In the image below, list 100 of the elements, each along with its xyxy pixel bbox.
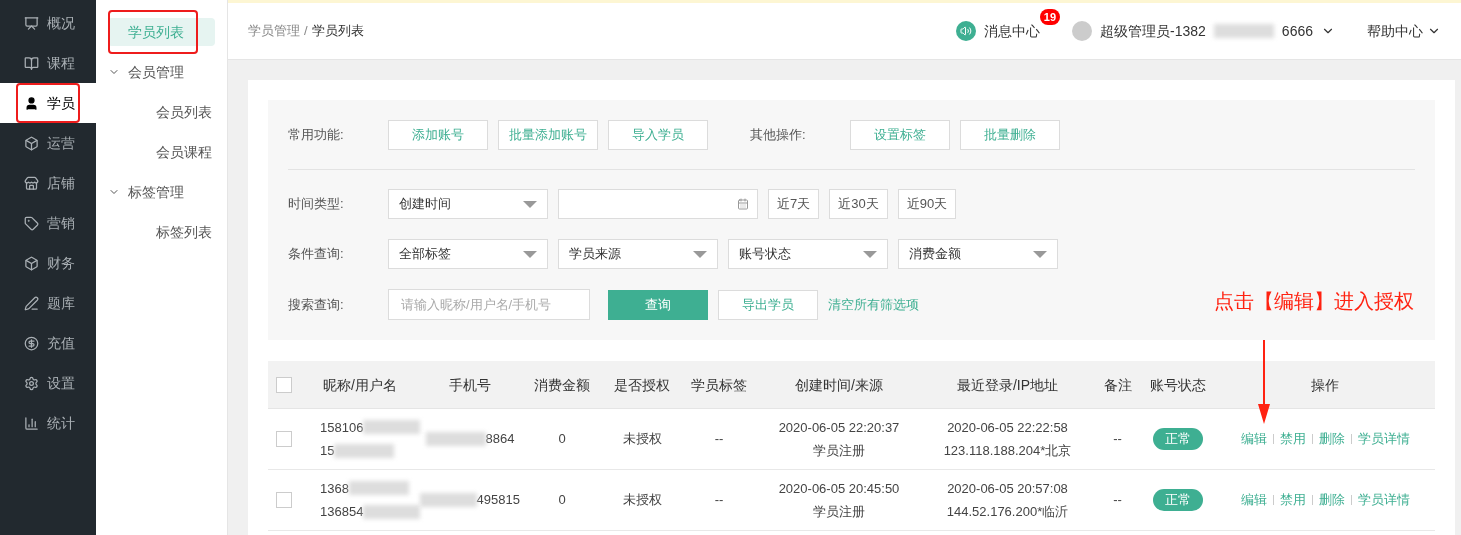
column-header: 消费金额 [533,375,591,395]
table-cell-text: 8864 [485,430,515,449]
nav-item[interactable]: 店铺 [0,163,96,203]
nav-item[interactable]: 题库 [0,283,96,323]
checkbox[interactable] [276,492,292,508]
help-link[interactable]: 帮助中心 [1367,21,1423,41]
checkbox[interactable] [276,431,292,447]
cube-icon [24,255,39,271]
submenu-group[interactable]: 会员管理 [108,58,215,86]
table-cell-text: 0 [557,430,567,449]
dropdown[interactable]: 全部标签 [388,239,548,269]
caret-icon [523,200,537,208]
table-cell-text: 144.52.176.200*临沂 [946,503,1069,521]
user-name[interactable]: 6666 [1281,21,1313,41]
redaction-blur [334,443,395,458]
range-button[interactable]: 近30天 [829,189,888,219]
avatar-icon [1072,21,1093,41]
nav-item[interactable]: 课程 [0,43,96,83]
submenu-group[interactable]: 标签管理 [108,178,215,206]
nav-item[interactable]: 概况 [0,3,96,43]
table-cell-text: 2020-06-05 20:57:08 [947,479,1068,498]
submenu-item[interactable]: 会员列表 [108,98,215,126]
nav-item[interactable]: 设置 [0,363,96,403]
messages-link[interactable]: 消息中心 [984,21,1041,41]
filter-label: 时间类型: [288,195,345,214]
nav-item[interactable]: 财务 [0,243,96,283]
caret-icon [693,250,707,258]
nav-item[interactable]: 学员 [0,83,96,123]
column-header: 操作 [1310,375,1340,395]
filter-label: 条件查询: [288,245,345,264]
table-cell-text: 158106 [320,418,364,437]
table-cell-text: 2020-06-05 20:45:50 [778,479,900,498]
column-header: 创建时间/来源 [794,375,884,395]
redaction-blur [425,432,486,446]
redaction-blur [348,481,409,496]
column-header: 账号状态 [1148,375,1207,395]
cube-icon [24,135,39,151]
submenu-item[interactable]: 会员课程 [108,138,215,166]
nav-item[interactable]: 运营 [0,123,96,163]
notification-badge: 19 [1039,9,1061,25]
table-cell-text: -- [1112,491,1123,510]
column-header: 是否授权 [613,375,671,395]
nav-item[interactable]: 充值 [0,323,96,363]
table-cell-text: 495815 [476,491,520,510]
column-header: 学员标签 [690,375,748,395]
annotation-text: 点击【编辑】进入授权 [1214,288,1414,314]
redaction-blur [420,493,477,507]
caret-icon [1033,250,1047,258]
redaction-blur [1213,24,1274,38]
caret-icon [863,250,877,258]
dropdown[interactable]: 创建时间 [388,189,548,219]
user-name[interactable]: 超级管理员-1382 [1100,21,1206,41]
pen-icon [24,295,39,311]
range-button[interactable]: 近7天 [768,189,820,219]
store-icon [24,175,39,191]
filter-label: 其他操作: [750,126,807,145]
table-cell-text: -- [713,430,725,449]
nav-item[interactable]: 统计 [0,403,96,443]
dropdown[interactable]: 账号状态 [728,239,888,269]
table-cell-text: 15 [320,442,335,460]
redaction-blur [363,504,420,519]
submenu-item[interactable]: 标签列表 [108,218,215,246]
status-badge: 正常 [1152,489,1203,511]
table-cell-text: 2020-06-05 22:22:58 [947,418,1068,437]
user-icon [24,95,39,111]
nav-item[interactable]: 营销 [0,203,96,243]
date-range-field[interactable] [558,189,758,219]
presentation-icon [24,15,39,31]
table-cell-text: 1368 [320,479,349,498]
table-cell-text: 123.118.188.204*北京 [943,442,1072,460]
status-badge: 正常 [1152,428,1203,450]
dropdown[interactable]: 学员来源 [558,239,718,269]
table-cell-text: 136854 [320,503,364,521]
breadcrumb: 学员管理 / 学员列表 [248,22,364,41]
table-cell-text: -- [1112,430,1123,449]
column-header: 最近登录/IP地址 [955,375,1060,395]
settings-icon [24,375,39,391]
caret-icon [523,250,537,258]
column-header: 备注 [1102,375,1133,395]
column-header: 昵称/用户名 [322,375,398,395]
table-cell-text: -- [713,491,725,510]
tag-icon [24,215,39,231]
filter-label: 常用功能: [288,126,345,145]
speaker-icon [956,21,977,41]
book-icon [24,55,39,71]
table-cell-text: 2020-06-05 22:20:37 [778,418,900,437]
calendar-icon [737,198,749,210]
highlight-frame [16,83,80,123]
redaction-blur [363,420,420,435]
search-field[interactable]: 请输入昵称/用户名/手机号 [388,289,590,320]
range-button[interactable]: 近90天 [897,189,957,219]
table-cell-text: 未授权 [621,430,663,449]
dropdown[interactable]: 消费金额 [898,239,1058,269]
table-cell-text: 学员注册 [813,503,865,521]
bar-chart-icon [24,415,39,431]
checkbox[interactable] [276,376,292,393]
filter-label: 搜索查询: [288,295,345,314]
currency-icon [24,335,39,351]
table-cell-text: 学员注册 [813,442,865,460]
table-cell-text: 0 [557,491,567,510]
